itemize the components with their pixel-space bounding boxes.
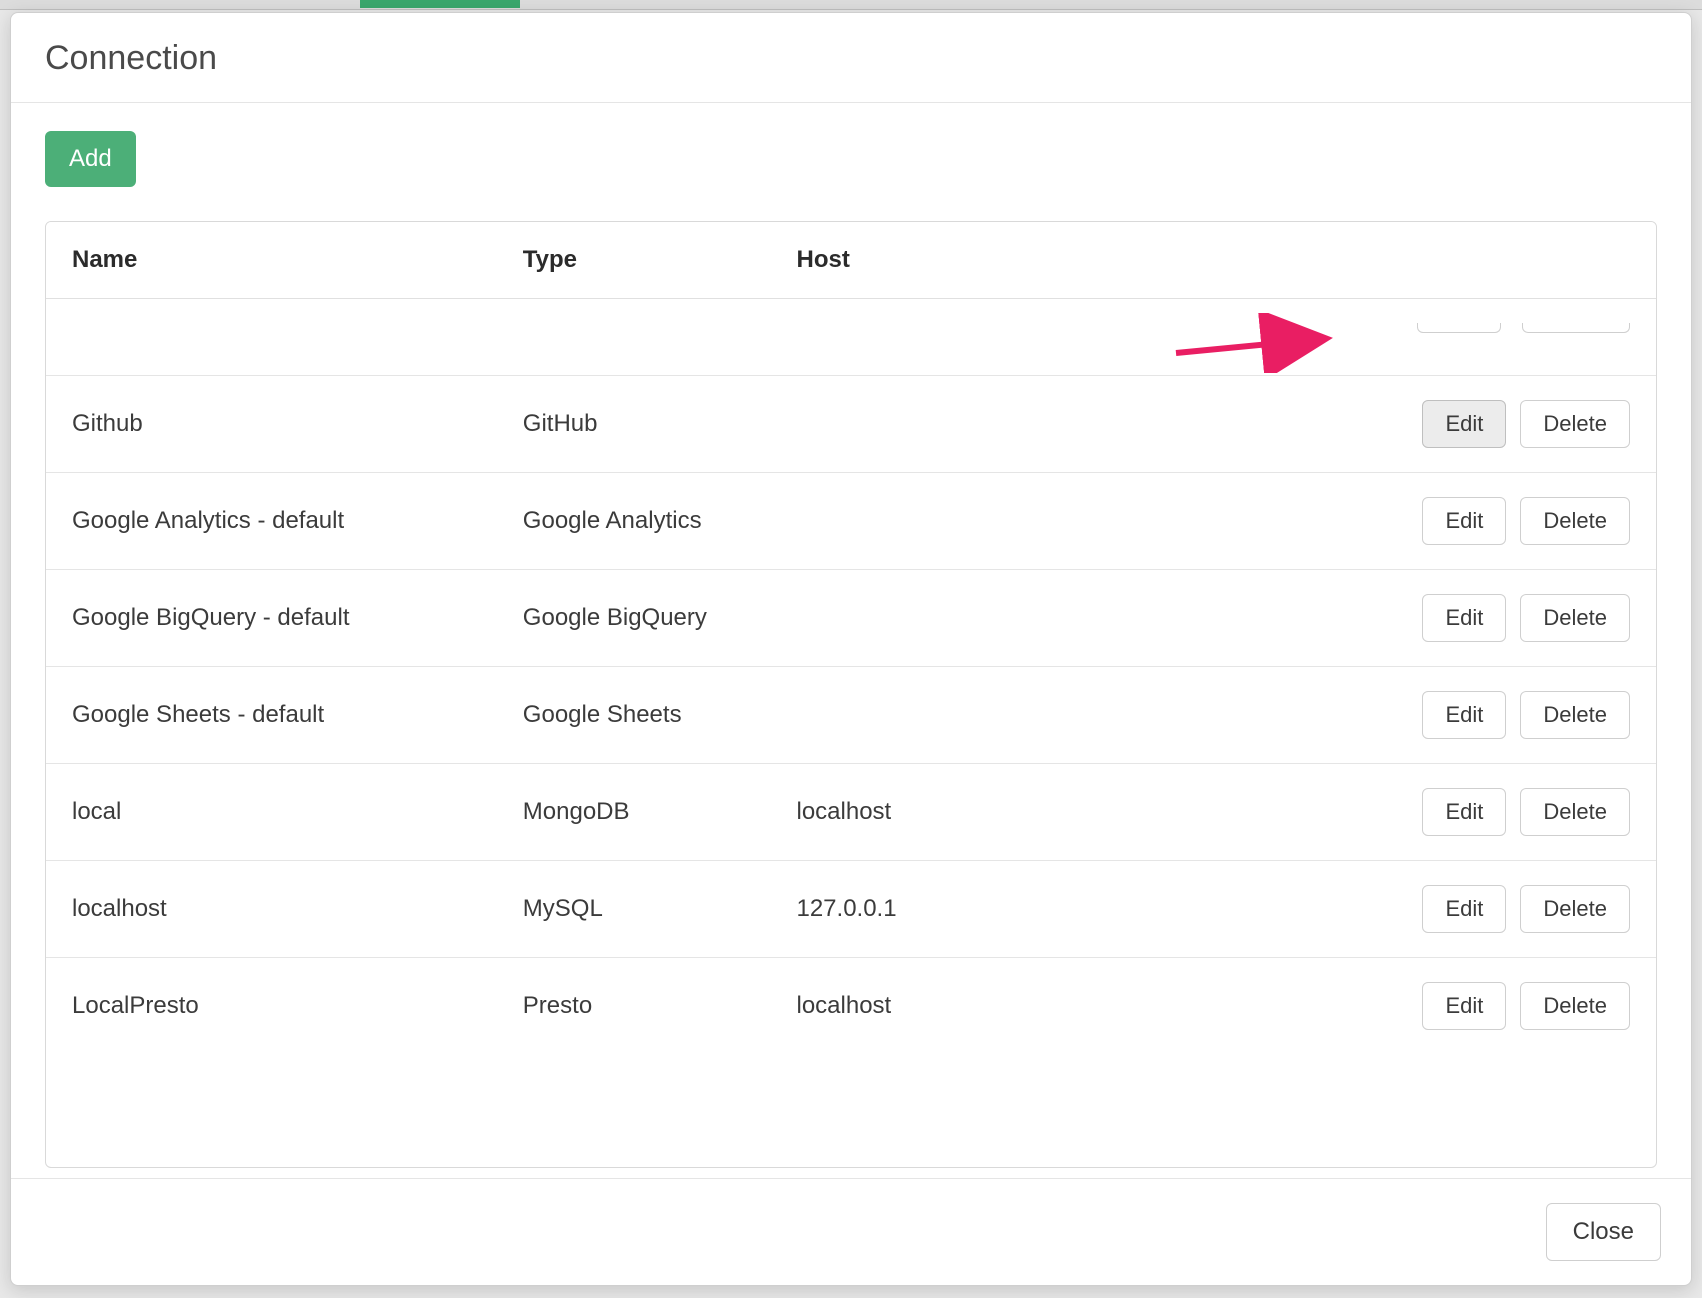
delete-button[interactable]: Delete	[1520, 497, 1630, 545]
edit-button[interactable]: Edit	[1422, 497, 1506, 545]
peek-edit-stub	[1417, 323, 1501, 333]
cell-actions: Edit Delete	[1270, 473, 1656, 570]
cell-type: MySQL	[497, 861, 771, 958]
cell-name: Google Sheets - default	[46, 667, 497, 764]
edit-button[interactable]: Edit	[1422, 982, 1506, 1030]
modal-body: Add Name Type Host	[11, 103, 1691, 1178]
connections-table: Name Type Host	[46, 222, 1656, 1054]
edit-button[interactable]: Edit	[1422, 885, 1506, 933]
col-header-actions	[1270, 222, 1656, 299]
cell-name: Google BigQuery - default	[46, 570, 497, 667]
cell-name: LocalPresto	[46, 958, 497, 1055]
cell-type: GitHub	[497, 376, 771, 473]
cell-host: localhost	[770, 958, 1269, 1055]
cell-actions: Edit Delete	[1270, 764, 1656, 861]
cell-type: Presto	[497, 958, 771, 1055]
delete-button[interactable]: Delete	[1520, 594, 1630, 642]
table-row: LocalPrestoPrestolocalhost Edit Delete	[46, 958, 1656, 1055]
cell-actions: Edit Delete	[1270, 861, 1656, 958]
cell-actions: Edit Delete	[1270, 667, 1656, 764]
cell-host	[770, 570, 1269, 667]
edit-button[interactable]: Edit	[1422, 788, 1506, 836]
cell-host: localhost	[770, 764, 1269, 861]
cell-name: localhost	[46, 861, 497, 958]
table-row: localMongoDBlocalhost Edit Delete	[46, 764, 1656, 861]
cell-host	[770, 473, 1269, 570]
table-scroll[interactable]: Name Type Host	[46, 222, 1656, 1167]
modal-header: Connection	[11, 13, 1691, 103]
cell-host: 127.0.0.1	[770, 861, 1269, 958]
col-header-name: Name	[46, 222, 497, 299]
cell-name: Google Analytics - default	[46, 473, 497, 570]
cell-type: Google Sheets	[497, 667, 771, 764]
edit-button[interactable]: Edit	[1422, 691, 1506, 739]
table-row: Google Sheets - defaultGoogle Sheets Edit…	[46, 667, 1656, 764]
edit-button[interactable]: Edit	[1422, 594, 1506, 642]
cell-type: MongoDB	[497, 764, 771, 861]
cell-name: Github	[46, 376, 497, 473]
modal-title: Connection	[45, 39, 1657, 78]
col-header-type: Type	[497, 222, 771, 299]
cell-host	[770, 667, 1269, 764]
cell-actions: Edit Delete	[1270, 958, 1656, 1055]
cell-type: Google BigQuery	[497, 570, 771, 667]
delete-button[interactable]: Delete	[1520, 400, 1630, 448]
cell-name: local	[46, 764, 497, 861]
delete-button[interactable]: Delete	[1520, 788, 1630, 836]
peek-delete-stub	[1522, 323, 1630, 333]
backdrop-accent	[360, 0, 520, 8]
partial-row-above	[46, 299, 1656, 376]
connection-modal: Connection Add Name Type Host	[10, 12, 1692, 1286]
delete-button[interactable]: Delete	[1520, 885, 1630, 933]
modal-footer: Close	[11, 1178, 1691, 1285]
close-button[interactable]: Close	[1546, 1203, 1661, 1261]
table-row: GithubGitHub Edit Delete	[46, 376, 1656, 473]
table-row: localhostMySQL127.0.0.1 Edit Delete	[46, 861, 1656, 958]
cell-type: Google Analytics	[497, 473, 771, 570]
col-header-host: Host	[770, 222, 1269, 299]
cell-host	[770, 376, 1269, 473]
add-button[interactable]: Add	[45, 131, 136, 187]
cell-actions: Edit Delete	[1270, 570, 1656, 667]
table-row: Google BigQuery - defaultGoogle BigQuery…	[46, 570, 1656, 667]
table-row: Google Analytics - defaultGoogle Analyti…	[46, 473, 1656, 570]
backdrop-bar	[0, 0, 1702, 10]
connections-table-container: Name Type Host	[45, 221, 1657, 1168]
delete-button[interactable]: Delete	[1520, 982, 1630, 1030]
edit-button[interactable]: Edit	[1422, 400, 1506, 448]
cell-actions: Edit Delete	[1270, 376, 1656, 473]
delete-button[interactable]: Delete	[1520, 691, 1630, 739]
table-header-row: Name Type Host	[46, 222, 1656, 299]
